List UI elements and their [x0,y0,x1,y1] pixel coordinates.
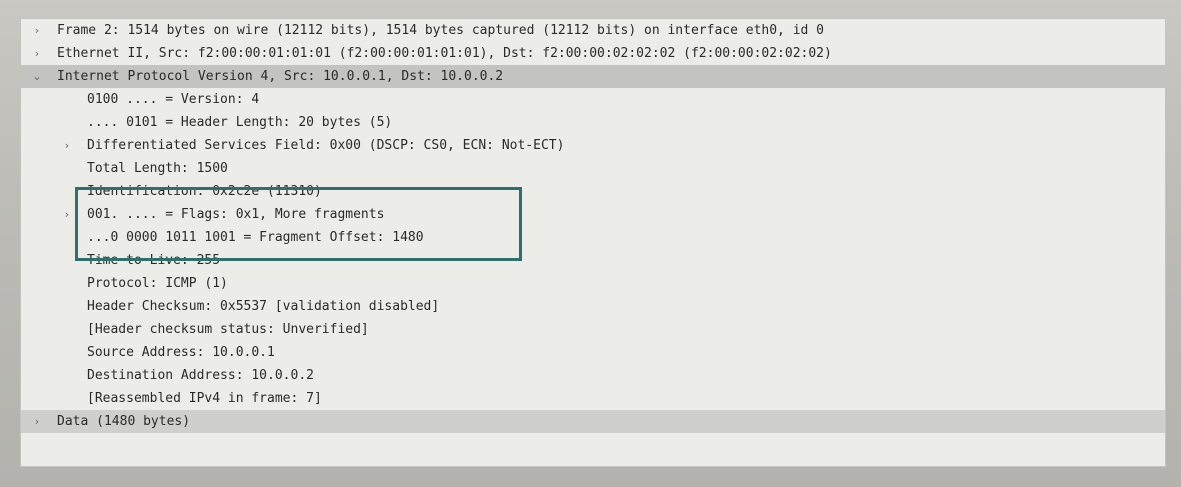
tree-row[interactable]: Header Checksum: 0x5537 [validation disa… [21,295,1165,318]
tree-row-label: Header Checksum: 0x5537 [validation disa… [87,299,440,314]
tree-row[interactable]: › Data (1480 bytes) [21,410,1165,433]
tree-row[interactable]: Source Address: 10.0.0.1 [21,341,1165,364]
tree-row-label: Protocol: ICMP (1) [87,276,228,291]
tree-row-label: [Reassembled IPv4 in frame: 7] [87,391,322,406]
tree-row[interactable]: [Header checksum status: Unverified] [21,318,1165,341]
chevron-right-icon[interactable]: › [31,410,43,433]
tree-row[interactable]: 0100 .... = Version: 4 [21,88,1165,111]
tree-row[interactable]: Identification: 0x2c2e (11310) [21,180,1165,203]
chevron-right-icon[interactable]: › [31,42,43,65]
tree-row[interactable]: Destination Address: 10.0.0.2 [21,364,1165,387]
tree-row-label: Destination Address: 10.0.0.2 [87,368,314,383]
tree-row[interactable]: › Differentiated Services Field: 0x00 (DS… [21,134,1165,157]
chevron-down-icon[interactable]: ⌄ [31,65,43,88]
tree-row[interactable]: › Frame 2: 1514 bytes on wire (12112 bits… [21,19,1165,42]
tree-row[interactable]: .... 0101 = Header Length: 20 bytes (5) [21,111,1165,134]
tree-row-label: 001. .... = Flags: 0x1, More fragments [87,207,385,222]
chevron-right-icon[interactable]: › [31,19,43,42]
tree-row-label: [Header checksum status: Unverified] [87,322,369,337]
tree-row-label: ...0 0000 1011 1001 = Fragment Offset: 1… [87,230,424,245]
chevron-right-icon[interactable]: › [61,203,73,226]
tree-row-label: Identification: 0x2c2e (11310) [87,184,322,199]
tree-row-label: 0100 .... = Version: 4 [87,92,260,107]
tree-row[interactable]: [Reassembled IPv4 in frame: 7] [21,387,1165,410]
tree-row-label: Ethernet II, Src: f2:00:00:01:01:01 (f2:… [57,46,832,61]
tree-row-label: Data (1480 bytes) [57,414,191,429]
tree-row[interactable]: Total Length: 1500 [21,157,1165,180]
tree-row[interactable]: ⌄ Internet Protocol Version 4, Src: 10.0.… [21,65,1165,88]
tree-row-label: Differentiated Services Field: 0x00 (DSC… [87,138,565,153]
tree-row-label: .... 0101 = Header Length: 20 bytes (5) [87,115,393,130]
tree-row[interactable]: Time to Live: 255 [21,249,1165,272]
chevron-right-icon[interactable]: › [61,134,73,157]
tree-row-label: Frame 2: 1514 bytes on wire (12112 bits)… [57,23,825,38]
tree-row[interactable]: › Ethernet II, Src: f2:00:00:01:01:01 (f2… [21,42,1165,65]
packet-details-tree: › Frame 2: 1514 bytes on wire (12112 bits… [21,19,1165,433]
tree-row-label: Source Address: 10.0.0.1 [87,345,275,360]
tree-row[interactable]: › 001. .... = Flags: 0x1, More fragments [21,203,1165,226]
tree-row-label: Time to Live: 255 [87,253,221,268]
tree-row[interactable]: ...0 0000 1011 1001 = Fragment Offset: 1… [21,226,1165,249]
tree-row[interactable]: Protocol: ICMP (1) [21,272,1165,295]
tree-row-label: Total Length: 1500 [87,161,228,176]
packet-details-pane[interactable]: › Frame 2: 1514 bytes on wire (12112 bits… [20,18,1166,467]
tree-row-label: Internet Protocol Version 4, Src: 10.0.0… [57,69,504,84]
